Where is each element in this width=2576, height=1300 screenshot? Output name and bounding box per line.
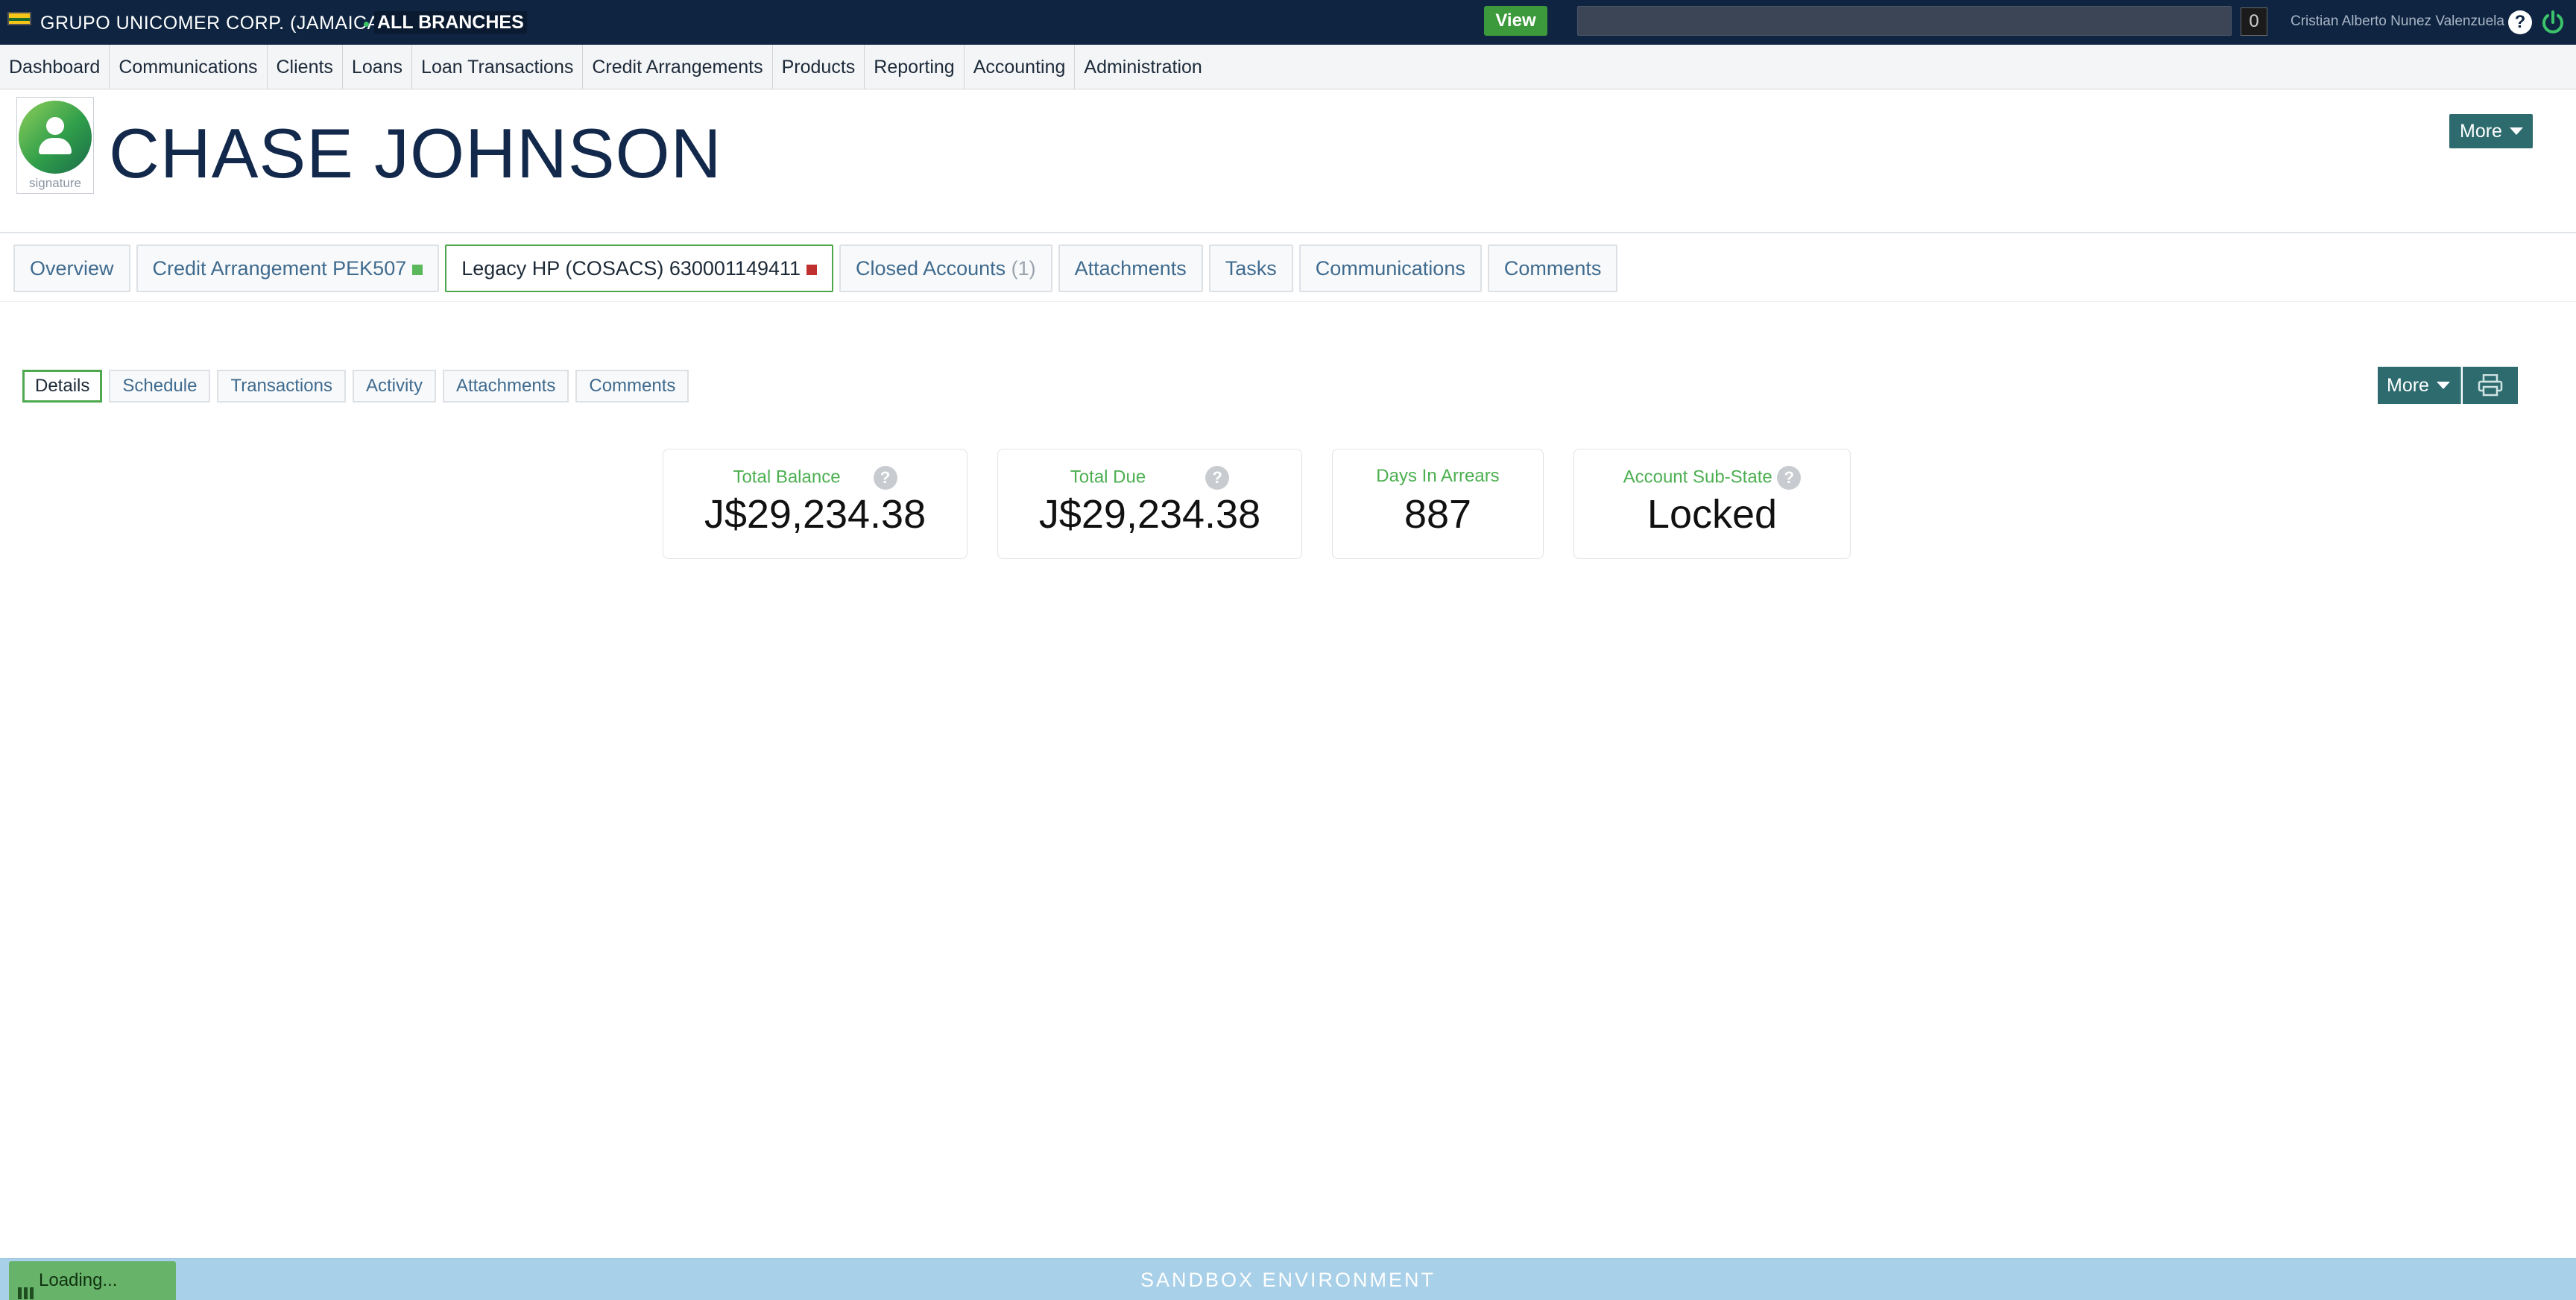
- branch-status-dot: [364, 22, 369, 27]
- total-balance-card: Total Balance? J$29,234.38: [663, 449, 967, 559]
- status-active-icon: [412, 264, 423, 275]
- more-label: More: [2460, 121, 2502, 142]
- tab-closed-accounts[interactable]: Closed Accounts (1): [839, 244, 1052, 292]
- days-in-arrears-card: Days In Arrears 887: [1332, 449, 1544, 559]
- tab-legacy-hp[interactable]: Legacy HP (COSACS) 630001149411: [445, 244, 834, 292]
- help-icon[interactable]: ?: [2508, 10, 2532, 34]
- total-balance-value: J$29,234.38: [704, 492, 926, 537]
- nav-accounting[interactable]: Accounting: [965, 44, 1076, 89]
- nav-products[interactable]: Products: [773, 44, 865, 89]
- days-in-arrears-value: 887: [1404, 492, 1472, 537]
- tab-overview[interactable]: Overview: [13, 244, 130, 292]
- tab-closed-accounts-label: Closed Accounts: [856, 257, 1006, 280]
- tab-credit-arrangement[interactable]: Credit Arrangement PEK507: [136, 244, 440, 292]
- nav-communications[interactable]: Communications: [110, 44, 268, 89]
- subtab-schedule[interactable]: Schedule: [109, 370, 211, 403]
- environment-banner: SANDBOX ENVIRONMENT: [0, 1258, 2576, 1300]
- closed-accounts-count: (1): [1011, 257, 1036, 280]
- chevron-down-icon: [2436, 382, 2450, 390]
- more-menu-button[interactable]: More: [2449, 114, 2533, 148]
- total-due-card: Total Due? J$29,234.38: [997, 449, 1302, 559]
- tab-legacy-hp-label: Legacy HP (COSACS) 630001149411: [461, 257, 801, 280]
- view-button[interactable]: View: [1484, 6, 1547, 36]
- power-icon[interactable]: [2539, 9, 2566, 36]
- help-icon[interactable]: ?: [873, 466, 897, 490]
- subtab-activity[interactable]: Activity: [352, 370, 436, 403]
- account-more-label: More: [2387, 375, 2429, 396]
- total-due-label: Total Due: [1070, 467, 1146, 488]
- chevron-down-icon: [2509, 127, 2523, 136]
- tab-credit-arrangement-label: Credit Arrangement PEK507: [152, 257, 407, 280]
- search-input[interactable]: [1577, 6, 2232, 36]
- tab-tasks[interactable]: Tasks: [1208, 244, 1293, 292]
- loading-label: Loading...: [39, 1270, 118, 1290]
- header-divider: [0, 232, 2576, 233]
- total-due-value: J$29,234.38: [1038, 492, 1261, 537]
- environment-label: SANDBOX ENVIRONMENT: [1140, 1269, 1436, 1291]
- nav-clients[interactable]: Clients: [268, 44, 343, 89]
- organization-name[interactable]: GRUPO UNICOMER CORP. (JAMAICA): [40, 13, 387, 34]
- tab-attachments[interactable]: Attachments: [1058, 244, 1203, 292]
- client-avatar[interactable]: signature: [16, 97, 94, 194]
- printer-icon: [2478, 374, 2503, 397]
- loading-indicator: Loading...: [9, 1261, 176, 1300]
- subtab-transactions[interactable]: Transactions: [217, 370, 346, 403]
- account-more-button[interactable]: More: [2378, 367, 2461, 404]
- account-tabs: Overview Credit Arrangement PEK507 Legac…: [13, 244, 1618, 292]
- loading-bars-icon: [18, 1275, 36, 1299]
- days-in-arrears-label: Days In Arrears: [1376, 466, 1500, 486]
- subtab-details[interactable]: Details: [22, 370, 103, 403]
- branch-selector[interactable]: ALL BRANCHES: [374, 11, 527, 34]
- help-icon[interactable]: ?: [1777, 466, 1802, 490]
- nav-dashboard[interactable]: Dashboard: [0, 44, 110, 89]
- country-flag-icon: [7, 12, 31, 25]
- subtab-attachments[interactable]: Attachments: [442, 370, 569, 403]
- top-bar: GRUPO UNICOMER CORP. (JAMAICA) ALL BRANC…: [0, 0, 2576, 45]
- subtab-comments[interactable]: Comments: [575, 370, 689, 403]
- total-balance-label: Total Balance: [733, 467, 841, 488]
- page-title: CHASE JOHNSON: [109, 114, 722, 192]
- tab-communications[interactable]: Communications: [1298, 244, 1482, 292]
- account-sub-state-label: Account Sub-State: [1623, 467, 1772, 488]
- status-locked-icon: [806, 264, 818, 275]
- help-icon[interactable]: ?: [1205, 466, 1230, 490]
- account-subtabs: Details Schedule Transactions Activity A…: [22, 370, 689, 403]
- tabs-divider: [0, 301, 2576, 302]
- nav-loan-transactions[interactable]: Loan Transactions: [412, 44, 584, 89]
- nav-reporting[interactable]: Reporting: [865, 44, 965, 89]
- print-button[interactable]: [2463, 367, 2518, 404]
- notification-count[interactable]: 0: [2241, 7, 2267, 36]
- nav-credit-arrangements[interactable]: Credit Arrangements: [583, 44, 773, 89]
- nav-administration[interactable]: Administration: [1075, 45, 1210, 89]
- account-sub-state-card: Account Sub-State ? Locked: [1573, 449, 1851, 559]
- nav-loans[interactable]: Loans: [343, 44, 413, 89]
- tab-comments[interactable]: Comments: [1487, 244, 1618, 292]
- main-nav: Dashboard Communications Clients Loans L…: [0, 44, 2576, 89]
- account-sub-state-value: Locked: [1647, 492, 1778, 537]
- signature-label[interactable]: signature: [17, 176, 93, 191]
- current-user[interactable]: Cristian Alberto Nunez Valenzuela: [2291, 13, 2504, 30]
- user-avatar-icon: [19, 101, 92, 174]
